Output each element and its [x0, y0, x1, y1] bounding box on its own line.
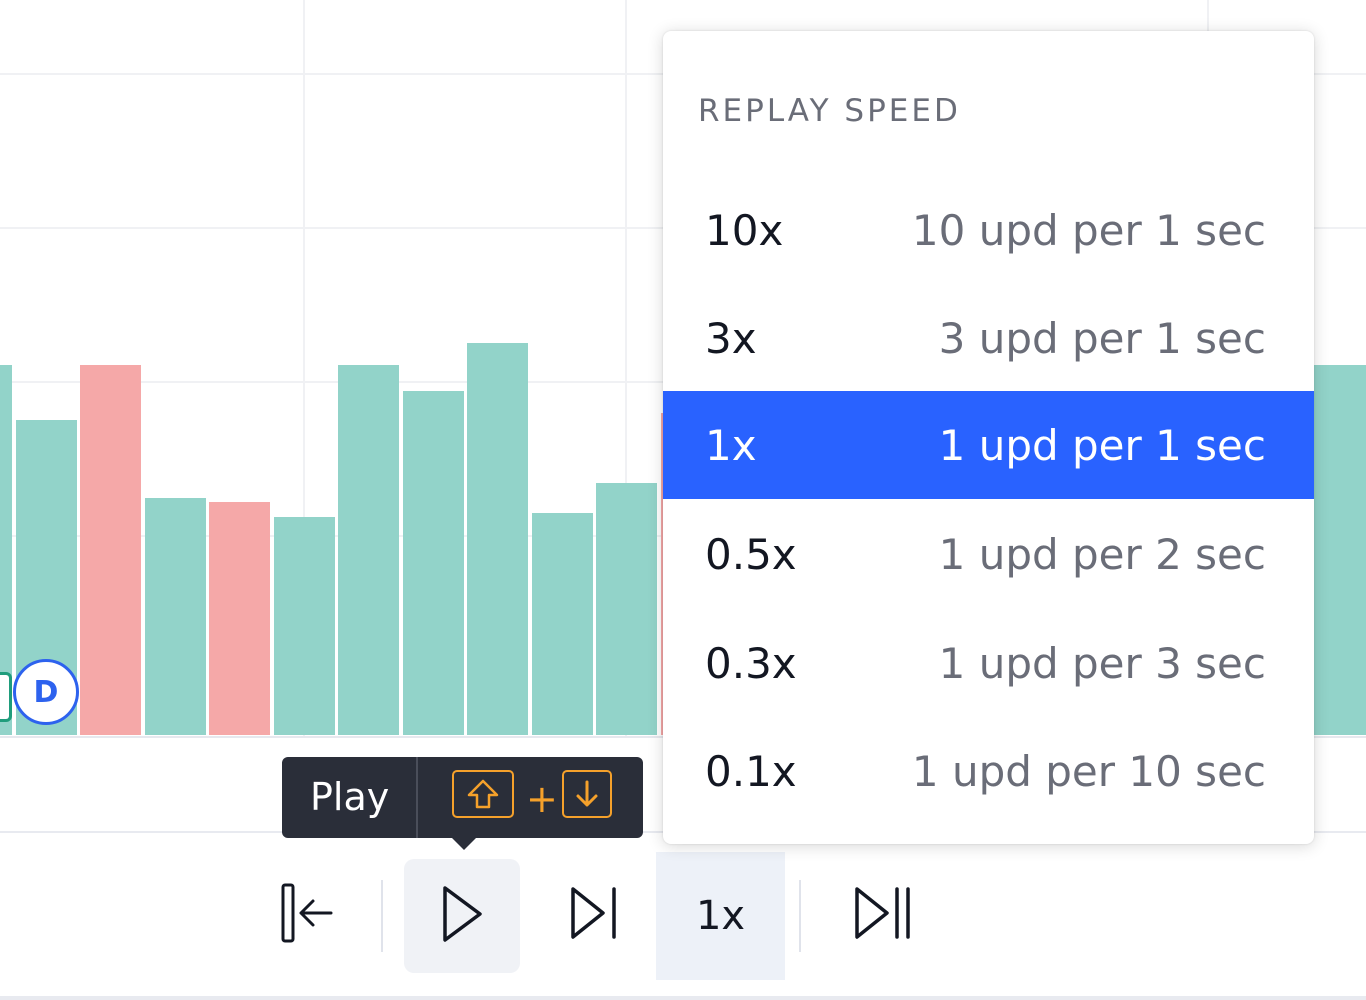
- replay-speed-button[interactable]: 1x: [656, 852, 785, 980]
- speed-option-desc: 1 upd per 10 sec: [911, 746, 1266, 796]
- volume-bar: [145, 498, 206, 735]
- volume-bar: [274, 517, 335, 735]
- replay-speed-menu: REPLAY SPEED 10x 10 upd per 1 sec 3x 3 u…: [663, 31, 1314, 844]
- step-forward-button[interactable]: [560, 870, 630, 960]
- volume-bar: [338, 365, 399, 735]
- play-tooltip: Play +: [282, 757, 643, 850]
- jump-to-realtime-button[interactable]: [848, 870, 918, 960]
- speed-option-3x[interactable]: 3x 3 upd per 1 sec: [663, 284, 1314, 392]
- speed-option-rate: 3x: [705, 313, 757, 363]
- play-icon: [440, 884, 484, 948]
- jump-to-realtime-icon: [851, 883, 915, 947]
- shift-key-icon: [452, 770, 514, 818]
- toolbar-separator: [799, 880, 801, 952]
- event-marker-green[interactable]: [0, 672, 12, 722]
- volume-bar: [1314, 365, 1366, 735]
- speed-option-rate: 1x: [705, 420, 757, 470]
- speed-option-desc: 1 upd per 1 sec: [938, 420, 1266, 470]
- speed-option-0-1x[interactable]: 0.1x 1 upd per 10 sec: [663, 717, 1314, 825]
- speed-option-rate: 10x: [705, 205, 784, 255]
- speed-option-desc: 1 upd per 3 sec: [938, 638, 1266, 688]
- speed-option-rate: 0.5x: [705, 529, 797, 579]
- speed-option-desc: 3 upd per 1 sec: [938, 313, 1266, 363]
- play-button[interactable]: [404, 859, 520, 973]
- speed-option-10x[interactable]: 10x 10 upd per 1 sec: [663, 176, 1314, 284]
- speed-option-0-3x[interactable]: 0.3x 1 upd per 3 sec: [663, 609, 1314, 717]
- menu-title: REPLAY SPEED: [698, 93, 961, 129]
- speed-option-desc: 1 upd per 2 sec: [938, 529, 1266, 579]
- arrow-down-key-icon: [562, 770, 612, 818]
- bottom-border: [0, 996, 1366, 1000]
- dividend-marker-label: D: [33, 674, 59, 710]
- replay-speed-label: 1x: [695, 893, 746, 939]
- select-bar-button[interactable]: [270, 870, 340, 960]
- volume-bar: [80, 365, 141, 735]
- shortcut-plus: +: [526, 777, 558, 821]
- speed-option-desc: 10 upd per 1 sec: [911, 205, 1266, 255]
- step-forward-icon: [567, 883, 623, 947]
- volume-bar: [467, 343, 528, 735]
- toolbar-separator: [381, 880, 383, 952]
- tooltip-divider: [416, 757, 418, 838]
- speed-option-rate: 0.3x: [705, 638, 797, 688]
- tooltip-label: Play: [310, 775, 390, 819]
- volume-bar: [532, 513, 593, 735]
- volume-bar: [403, 391, 464, 735]
- speed-option-1x[interactable]: 1x 1 upd per 1 sec: [663, 391, 1314, 499]
- volume-bar: [209, 502, 270, 735]
- speed-option-rate: 0.1x: [705, 746, 797, 796]
- volume-bar: [596, 483, 657, 735]
- select-bar-icon: [275, 881, 335, 949]
- speed-option-0-5x[interactable]: 0.5x 1 upd per 2 sec: [663, 500, 1314, 608]
- dividend-marker[interactable]: D: [13, 659, 79, 725]
